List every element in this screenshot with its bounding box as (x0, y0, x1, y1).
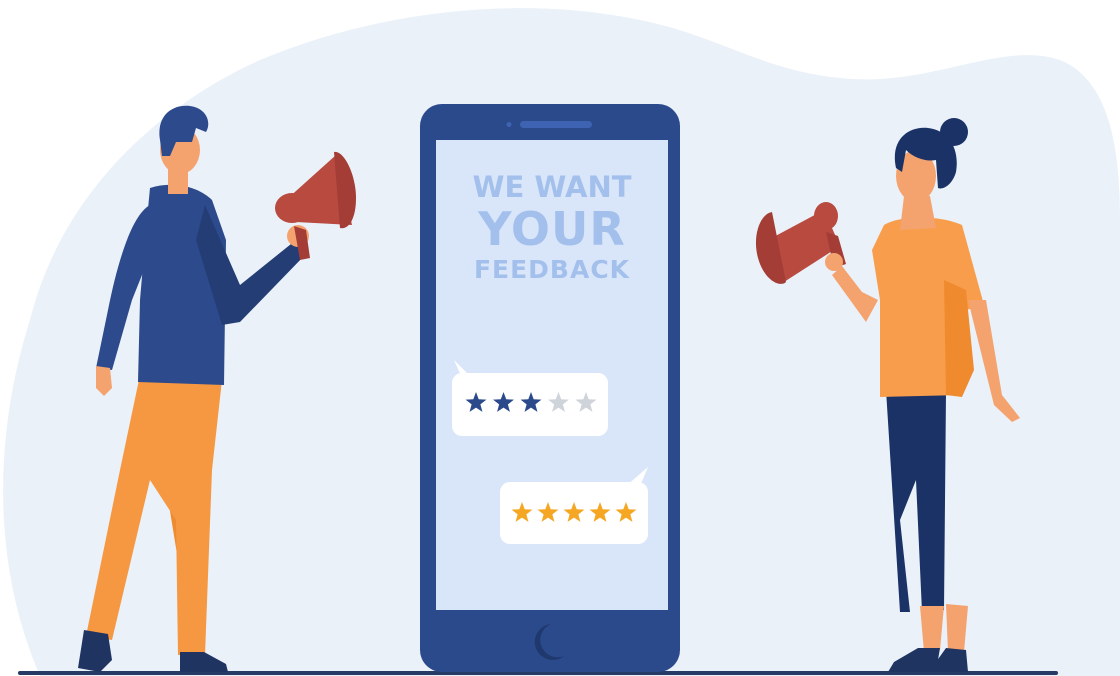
feedback-illustration (3, 8, 1120, 676)
headline-line-3: FEEDBACK (473, 255, 631, 284)
headline-line-1: WE WANT (472, 170, 632, 204)
phone-camera (506, 122, 512, 127)
phone-speaker (520, 121, 592, 128)
headline-line-2: YOUR (478, 202, 626, 256)
